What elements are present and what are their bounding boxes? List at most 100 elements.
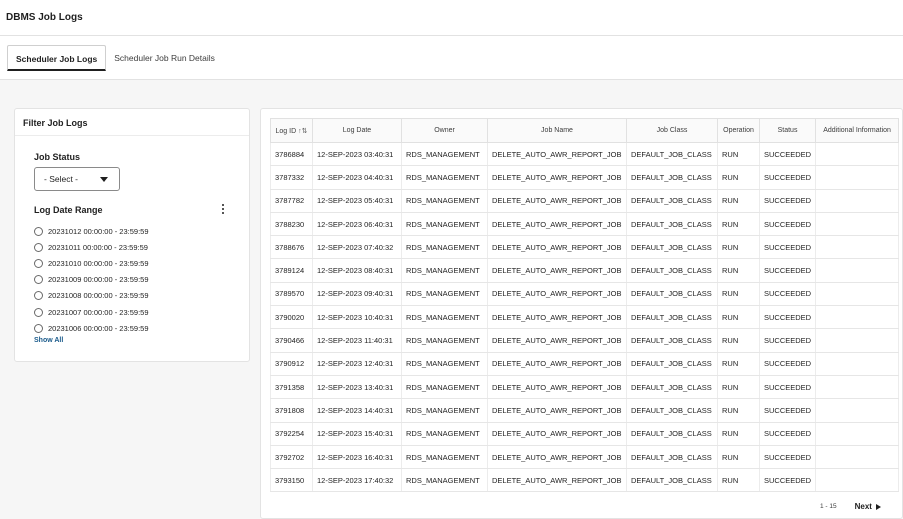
table-row[interactable]: 3787332 12-SEP-2023 04:40:31 RDS_MANAGEMEN… xyxy=(270,165,900,190)
column-header-job-name[interactable]: Job Name xyxy=(487,118,627,143)
table-row[interactable]: 3791358 12-SEP-2023 13:40:31 RDS_MANAGEMEN… xyxy=(270,374,900,400)
table-row[interactable]: 3791808 12-SEP-2023 14:40:31 RDS_MANAGEMEN… xyxy=(270,398,900,423)
cell-status: SUCCEEDED xyxy=(758,374,817,400)
cell-job-name: DELETE_AUTO_AWR_REPORT_JOB xyxy=(487,281,627,307)
filter-divider xyxy=(15,135,249,136)
date-range-option[interactable]: 20231006 00:00:00 - 23:59:59 xyxy=(34,320,149,336)
table-row[interactable]: 3790912 12-SEP-2023 12:40:31 RDS_MANAGEMEN… xyxy=(270,351,900,376)
cell-status: SUCCEEDED xyxy=(758,165,817,190)
radio-button[interactable] xyxy=(34,307,43,317)
cell-additional-information xyxy=(815,305,900,330)
table-row[interactable]: 3792254 12-SEP-2023 15:40:31 RDS_MANAGEMEN… xyxy=(270,421,900,446)
cell-job-class: DEFAULT_JOB_CLASS xyxy=(626,468,718,493)
cell-job-class: DEFAULT_JOB_CLASS xyxy=(626,351,718,376)
column-header-owner[interactable]: Owner xyxy=(401,118,488,143)
radio-button[interactable] xyxy=(34,275,43,285)
column-header-log-date[interactable]: Log Date xyxy=(312,118,402,143)
table-row[interactable]: 3789570 12-SEP-2023 09:40:31 RDS_MANAGEMEN… xyxy=(270,281,900,307)
cell-owner: RDS_MANAGEMENT xyxy=(401,421,488,446)
table-row[interactable]: 3790020 12-SEP-2023 10:40:31 RDS_MANAGEMEN… xyxy=(270,305,900,330)
cell-log-id: 3791808 xyxy=(270,398,313,423)
date-range-option[interactable]: 20231008 00:00:00 - 23:59:59 xyxy=(34,288,149,304)
cell-owner: RDS_MANAGEMENT xyxy=(401,444,488,470)
cell-owner: RDS_MANAGEMENT xyxy=(401,374,488,400)
column-header-job-class[interactable]: Job Class xyxy=(626,118,718,143)
date-range-option[interactable]: 20231007 00:00:00 - 23:59:59 xyxy=(34,304,149,320)
cell-status: SUCCEEDED xyxy=(758,421,817,446)
cell-log-id: 3787782 xyxy=(270,188,313,213)
cell-additional-information xyxy=(815,281,900,307)
cell-job-class: DEFAULT_JOB_CLASS xyxy=(626,398,718,423)
cell-owner: RDS_MANAGEMENT xyxy=(401,258,488,283)
radio-button[interactable] xyxy=(34,291,43,301)
cell-additional-information xyxy=(815,188,900,213)
log-date-range-label: Log Date Range xyxy=(34,205,103,215)
cell-owner: RDS_MANAGEMENT xyxy=(401,235,488,260)
show-all-link[interactable]: Show All xyxy=(34,337,63,344)
cell-job-name: DELETE_AUTO_AWR_REPORT_JOB xyxy=(487,141,627,167)
date-range-option[interactable]: 20231012 00:00:00 - 23:59:59 xyxy=(34,223,149,239)
column-header-additional-information[interactable]: Additional Information xyxy=(815,118,900,143)
radio-button[interactable] xyxy=(34,226,43,236)
cell-job-class: DEFAULT_JOB_CLASS xyxy=(626,328,718,353)
kebab-menu-icon[interactable] xyxy=(218,204,228,216)
sort-ascending-icon[interactable]: ↑⇅ xyxy=(298,127,307,135)
cell-owner: RDS_MANAGEMENT xyxy=(401,328,488,353)
cell-log-id: 3793150 xyxy=(270,468,313,493)
job-status-label: Job Status xyxy=(34,152,81,162)
cell-job-class: DEFAULT_JOB_CLASS xyxy=(626,188,718,213)
radio-button[interactable] xyxy=(34,323,43,333)
cell-job-name: DELETE_AUTO_AWR_REPORT_JOB xyxy=(487,421,627,446)
radio-button[interactable] xyxy=(34,242,43,252)
cell-owner: RDS_MANAGEMENT xyxy=(401,305,488,330)
cell-operation: RUN xyxy=(717,328,760,353)
cell-operation: RUN xyxy=(717,444,760,470)
cell-job-name: DELETE_AUTO_AWR_REPORT_JOB xyxy=(487,258,627,283)
cell-log-date: 12-SEP-2023 10:40:31 xyxy=(312,305,402,330)
column-header-log-id[interactable]: Log ID ↑⇅ xyxy=(270,118,313,143)
cell-job-name: DELETE_AUTO_AWR_REPORT_JOB xyxy=(487,468,627,493)
table-row[interactable]: 3789124 12-SEP-2023 08:40:31 RDS_MANAGEMEN… xyxy=(270,258,900,283)
tab-scheduler-job-logs[interactable]: Scheduler Job Logs xyxy=(7,45,107,71)
job-logs-panel: Log ID ↑⇅ Log Date Owner Job Name Job Cla… xyxy=(260,108,903,519)
tab-scheduler-job-run-details[interactable]: Scheduler Job Run Details xyxy=(106,45,223,71)
cell-owner: RDS_MANAGEMENT xyxy=(401,468,488,493)
table-row[interactable]: 3786884 12-SEP-2023 03:40:31 RDS_MANAGEMEN… xyxy=(270,141,900,167)
cell-job-name: DELETE_AUTO_AWR_REPORT_JOB xyxy=(487,305,627,330)
cell-job-name: DELETE_AUTO_AWR_REPORT_JOB xyxy=(487,165,627,190)
column-header-status[interactable]: Status xyxy=(758,118,817,143)
job-status-select[interactable]: - Select - xyxy=(34,167,120,191)
chevron-down-icon xyxy=(100,177,108,182)
cell-job-class: DEFAULT_JOB_CLASS xyxy=(626,141,718,167)
date-range-option[interactable]: 20231011 00:00:00 - 23:59:59 xyxy=(34,239,149,255)
cell-additional-information xyxy=(815,211,900,237)
cell-additional-information xyxy=(815,468,900,493)
cell-job-name: DELETE_AUTO_AWR_REPORT_JOB xyxy=(487,211,627,237)
radio-button[interactable] xyxy=(34,258,43,268)
date-range-option[interactable]: 20231010 00:00:00 - 23:59:59 xyxy=(34,255,149,271)
app-title: DBMS Job Logs xyxy=(6,12,83,23)
cell-operation: RUN xyxy=(717,421,760,446)
cell-log-date: 12-SEP-2023 07:40:32 xyxy=(312,235,402,260)
table-row[interactable]: 3792702 12-SEP-2023 16:40:31 RDS_MANAGEMEN… xyxy=(270,444,900,470)
cell-status: SUCCEEDED xyxy=(758,351,817,376)
filter-panel-title: Filter Job Logs xyxy=(23,118,88,128)
cell-operation: RUN xyxy=(717,165,760,190)
table-row[interactable]: 3787782 12-SEP-2023 05:40:31 RDS_MANAGEMEN… xyxy=(270,188,900,213)
cell-additional-information xyxy=(815,398,900,423)
cell-additional-information xyxy=(815,141,900,167)
column-header-operation[interactable]: Operation xyxy=(717,118,760,143)
table-row[interactable]: 3793150 12-SEP-2023 17:40:32 RDS_MANAGEMEN… xyxy=(270,468,900,493)
cell-log-id: 3790020 xyxy=(270,305,313,330)
cell-additional-information xyxy=(815,235,900,260)
cell-additional-information xyxy=(815,444,900,470)
table-row[interactable]: 3788676 12-SEP-2023 07:40:32 RDS_MANAGEMEN… xyxy=(270,235,900,260)
cell-status: SUCCEEDED xyxy=(758,398,817,423)
cell-log-date: 12-SEP-2023 06:40:31 xyxy=(312,211,402,237)
table-row[interactable]: 3790466 12-SEP-2023 11:40:31 RDS_MANAGEMEN… xyxy=(270,328,900,353)
table-row[interactable]: 3788230 12-SEP-2023 06:40:31 RDS_MANAGEMEN… xyxy=(270,211,900,237)
cell-operation: RUN xyxy=(717,398,760,423)
cell-operation: RUN xyxy=(717,351,760,376)
next-page-button[interactable]: Next xyxy=(855,502,881,511)
date-range-option[interactable]: 20231009 00:00:00 - 23:59:59 xyxy=(34,272,149,288)
